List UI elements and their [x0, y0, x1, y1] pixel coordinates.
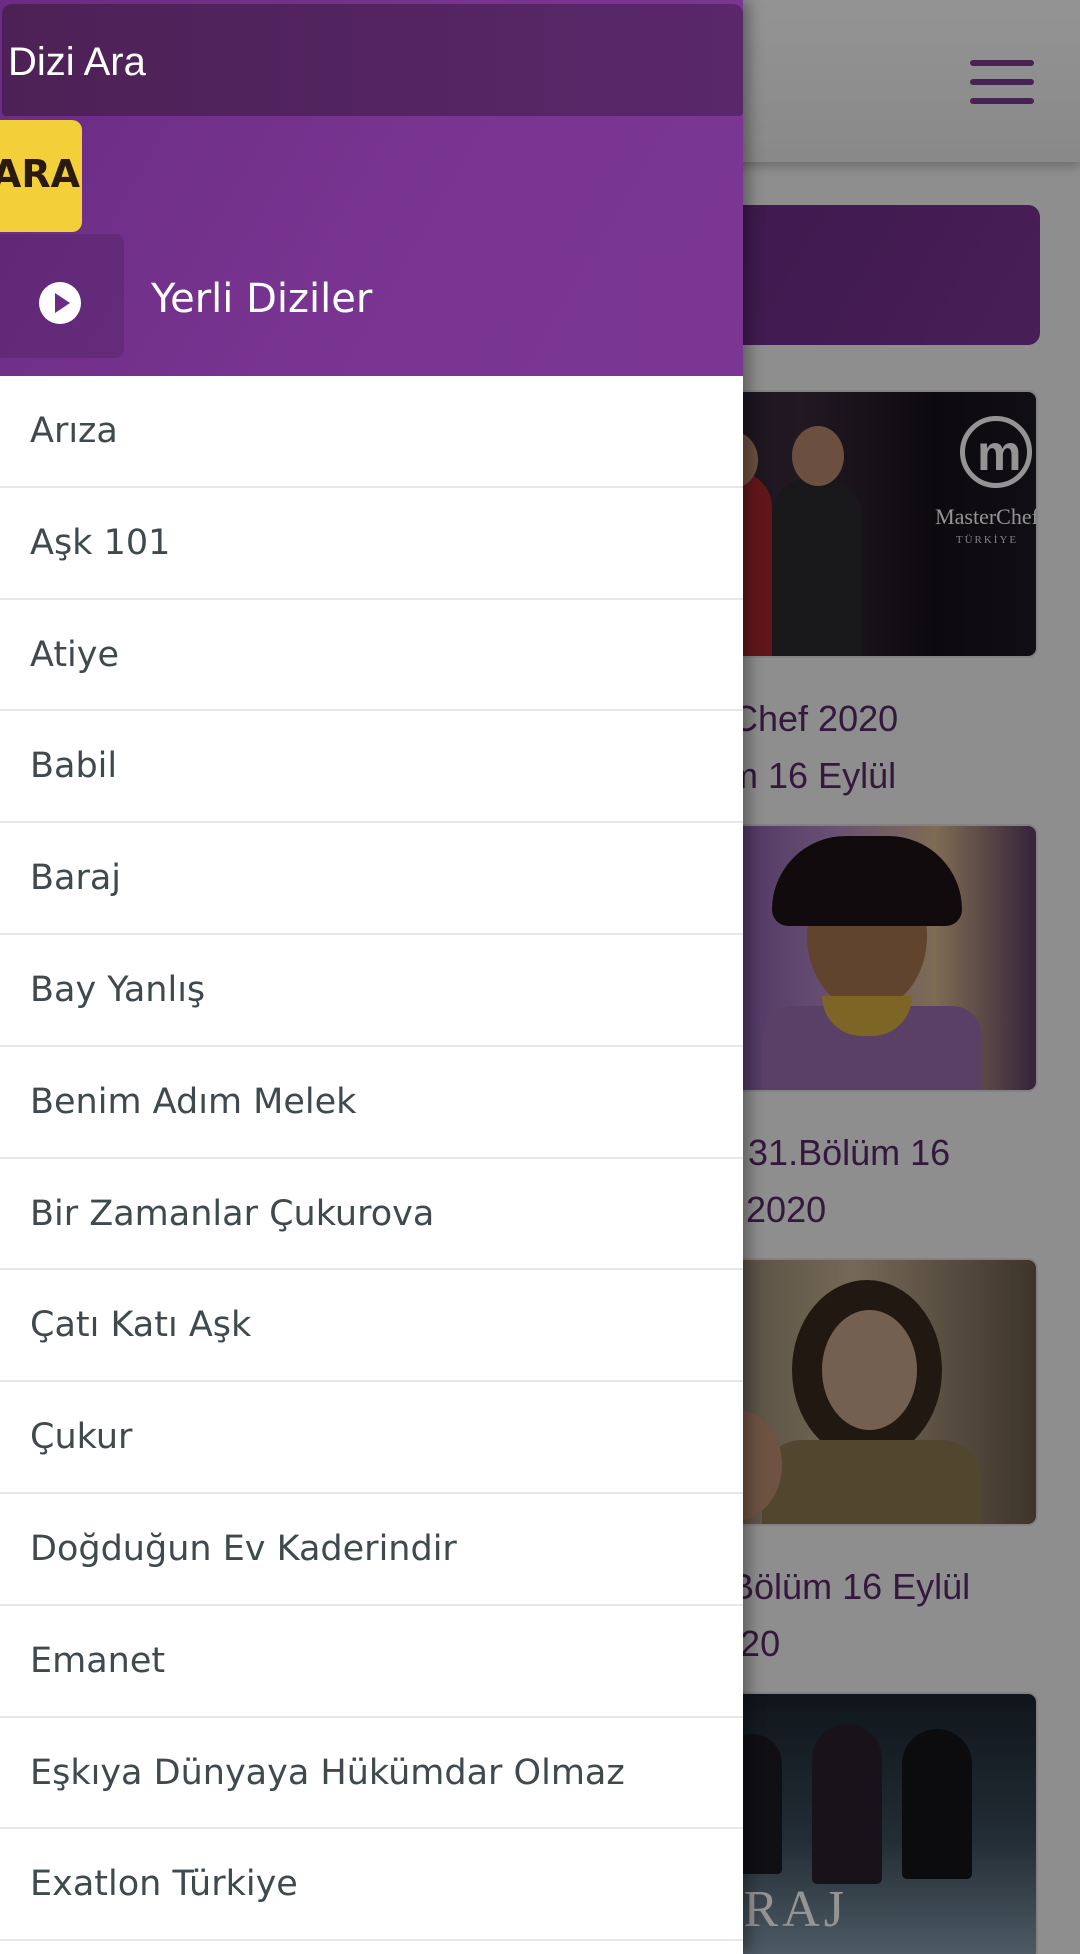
search-button-label: ARA: [0, 152, 80, 196]
search-input[interactable]: [8, 34, 728, 90]
series-menu-list: Arıza Aşk 101 Atiye Babil Baraj Bay Yanl…: [0, 376, 743, 1942]
menu-item-bay-yanlis[interactable]: Bay Yanlış: [0, 934, 743, 1047]
menu-item-benim-adim-melek[interactable]: Benim Adım Melek: [0, 1046, 743, 1159]
menu-item-ariza[interactable]: Arıza: [0, 376, 743, 488]
search-bar: [2, 4, 743, 116]
menu-item-cukur[interactable]: Çukur: [0, 1382, 743, 1494]
menu-item-ask-101[interactable]: Aşk 101: [0, 487, 743, 600]
category-title: Yerli Diziler: [151, 276, 373, 322]
menu-item-dogdugun-ev-kaderindir[interactable]: Doğduğun Ev Kaderindir: [0, 1493, 743, 1606]
menu-item-emanet[interactable]: Emanet: [0, 1605, 743, 1718]
menu-item-atiye[interactable]: Atiye: [0, 599, 743, 712]
drawer-header: ARA Yerli Diziler: [0, 0, 743, 376]
menu-item-cati-kati-ask[interactable]: Çatı Katı Aşk: [0, 1270, 743, 1383]
menu-item-bir-zamanlar-cukurova[interactable]: Bir Zamanlar Çukurova: [0, 1158, 743, 1271]
navigation-drawer: ARA Yerli Diziler Arıza Aşk 101 Atiye Ba…: [0, 0, 743, 1954]
search-button[interactable]: ARA: [0, 120, 82, 232]
menu-item-babil[interactable]: Babil: [0, 711, 743, 824]
menu-item-baraj[interactable]: Baraj: [0, 823, 743, 935]
play-icon: [39, 282, 81, 324]
menu-item-eskiya-dunyaya-hukumdar-olmaz[interactable]: Eşkıya Dünyaya Hükümdar Olmaz: [0, 1717, 743, 1830]
menu-item-exatlon-turkiye[interactable]: Exatlon Türkiye: [0, 1829, 743, 1942]
